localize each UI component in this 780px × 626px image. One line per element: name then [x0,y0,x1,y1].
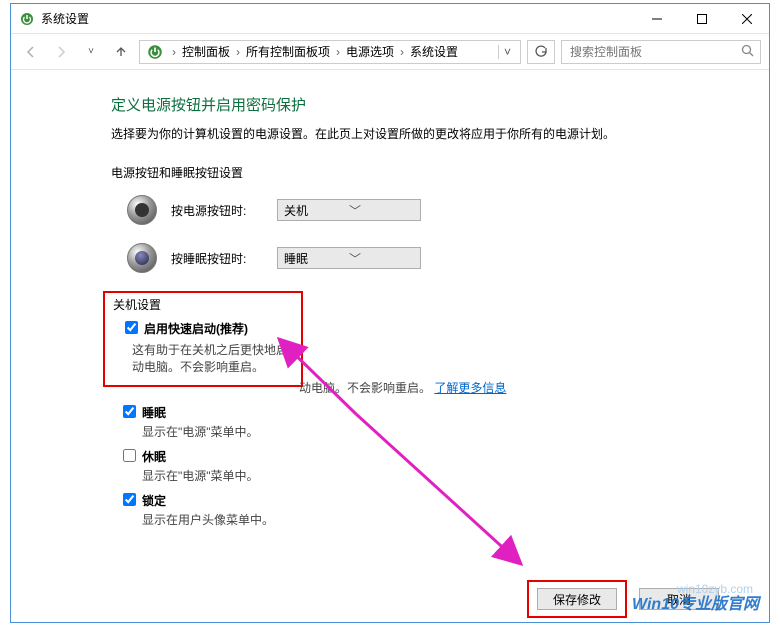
power-icon [127,195,157,225]
option-sleep: 睡眠 [123,404,729,421]
save-button[interactable]: 保存修改 [537,588,617,610]
content: 定义电源按钮并启用密码保护 选择要为你的计算机设置的电源设置。在此页上对设置所做… [11,70,769,576]
sleep-button-row: 按睡眠按钮时: 睡眠 ﹀ [127,243,729,273]
chevron-down-icon: ﹀ [349,202,414,219]
breadcrumb-item[interactable]: 电源选项 [344,43,396,60]
fast-startup-checkbox[interactable] [125,321,138,334]
breadcrumb-dropdown[interactable]: ˅ [498,45,516,59]
section-shutdown: 关机设置 [113,296,293,313]
hibernate-opt-desc: 显示在"电源"菜单中。 [142,467,729,484]
nav-up-button[interactable] [109,40,133,64]
breadcrumb-item[interactable]: 控制面板 [180,43,232,60]
sleep-opt-label: 睡眠 [142,404,166,421]
fast-startup-label: 启用快速启动(推荐) [144,320,248,337]
page-description: 选择要为你的计算机设置的电源设置。在此页上对设置所做的更改将应用于你所有的电源计… [111,125,729,142]
sleep-button-label: 按睡眠按钮时: [171,250,263,267]
lock-opt-desc: 显示在用户头像菜单中。 [142,511,729,528]
sleep-icon [127,243,157,273]
highlight-fast-startup: 关机设置 启用快速启动(推荐) 这有助于在关机之后更快地启动电脑。不会影响重启。 [103,291,303,387]
refresh-button[interactable] [527,40,555,64]
power-options-icon [19,11,35,27]
titlebar: 系统设置 [11,4,769,34]
maximize-button[interactable] [679,4,724,33]
sleep-checkbox[interactable] [123,405,136,418]
sleep-opt-desc: 显示在"电源"菜单中。 [142,423,729,440]
page-heading: 定义电源按钮并启用密码保护 [111,94,729,115]
power-button-label: 按电源按钮时: [171,202,263,219]
sleep-button-value: 睡眠 [284,250,349,267]
lock-checkbox[interactable] [123,493,136,506]
search-input[interactable] [568,44,741,60]
power-options-icon [146,43,164,61]
window-title: 系统设置 [41,10,634,27]
option-lock: 锁定 [123,492,729,509]
power-button-row: 按电源按钮时: 关机 ﹀ [127,195,729,225]
hibernate-opt-label: 休眠 [142,448,166,465]
highlight-save-button: 保存修改 [527,580,627,618]
option-hibernate: 休眠 [123,448,729,465]
search-box[interactable] [561,40,761,64]
option-fast-startup: 启用快速启动(推荐) [125,320,293,337]
hibernate-checkbox[interactable] [123,449,136,462]
nav-recent-button[interactable]: ˅ [79,40,103,64]
sleep-button-select[interactable]: 睡眠 ﹀ [277,247,421,269]
power-button-select[interactable]: 关机 ﹀ [277,199,421,221]
power-button-value: 关机 [284,202,349,219]
breadcrumb-item[interactable]: 所有控制面板项 [244,43,332,60]
navbar: ˅ › 控制面板 › 所有控制面板项 › 电源选项 › 系统设置 ˅ [11,34,769,70]
watermark-text: Win10专业版官网 [632,590,759,614]
learn-more-link[interactable]: 了解更多信息 [434,381,506,395]
breadcrumb[interactable]: › 控制面板 › 所有控制面板项 › 电源选项 › 系统设置 ˅ [139,40,521,64]
nav-back-button[interactable] [19,40,43,64]
nav-forward-button[interactable] [49,40,73,64]
search-icon [741,44,754,60]
chevron-down-icon: ﹀ [349,250,414,267]
fast-startup-desc: 这有助于在关机之后更快地启动电脑。不会影响重启。 [132,341,293,375]
section-power-sleep: 电源按钮和睡眠按钮设置 [111,164,729,181]
minimize-button[interactable] [634,4,679,33]
close-button[interactable] [724,4,769,33]
fast-startup-desc-link-row: 这有助于在关机之后更快地启动电脑。不会影响重启。 了解更多信息 [143,379,729,396]
breadcrumb-item[interactable]: 系统设置 [408,43,460,60]
lock-opt-label: 锁定 [142,492,166,509]
